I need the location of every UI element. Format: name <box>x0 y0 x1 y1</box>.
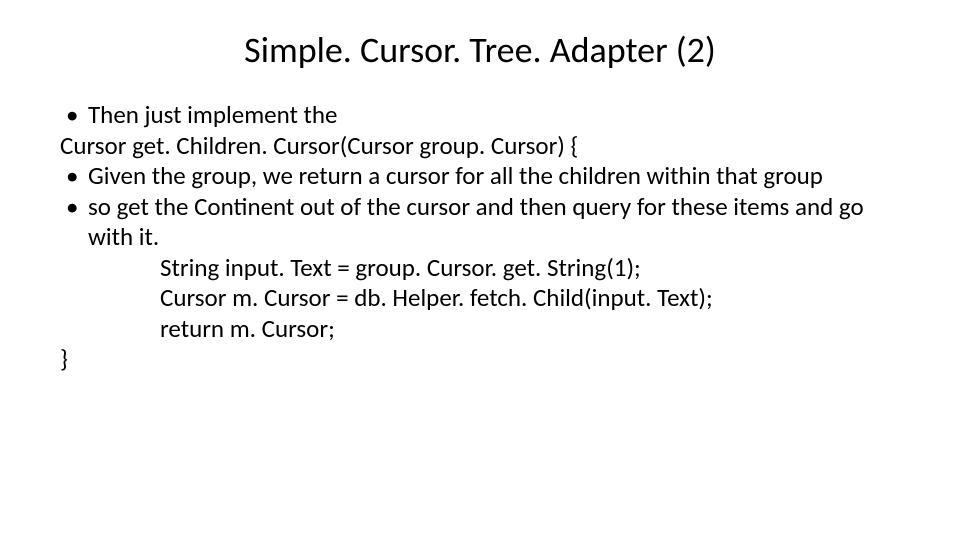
slide-title: Simple. Cursor. Tree. Adapter (2) <box>60 28 900 72</box>
bullet-item: Given the group, we return a cursor for … <box>60 161 900 192</box>
code-line: Cursor m. Cursor = db. Helper. fetch. Ch… <box>60 283 900 314</box>
slide: Simple. Cursor. Tree. Adapter (2) Then j… <box>0 0 960 540</box>
slide-body: Then just implement the Cursor get. Chil… <box>60 100 900 375</box>
code-line: } <box>60 344 900 375</box>
bullet-item: Then just implement the <box>60 100 900 131</box>
code-line: Cursor get. Children. Cursor(Cursor grou… <box>60 131 900 162</box>
code-line: return m. Cursor; <box>60 314 900 345</box>
bullet-item: so get the Continent out of the cursor a… <box>60 192 900 253</box>
code-line: String input. Text = group. Cursor. get.… <box>60 253 900 284</box>
bullet-list: Given the group, we return a cursor for … <box>60 161 900 253</box>
bullet-list: Then just implement the <box>60 100 900 131</box>
